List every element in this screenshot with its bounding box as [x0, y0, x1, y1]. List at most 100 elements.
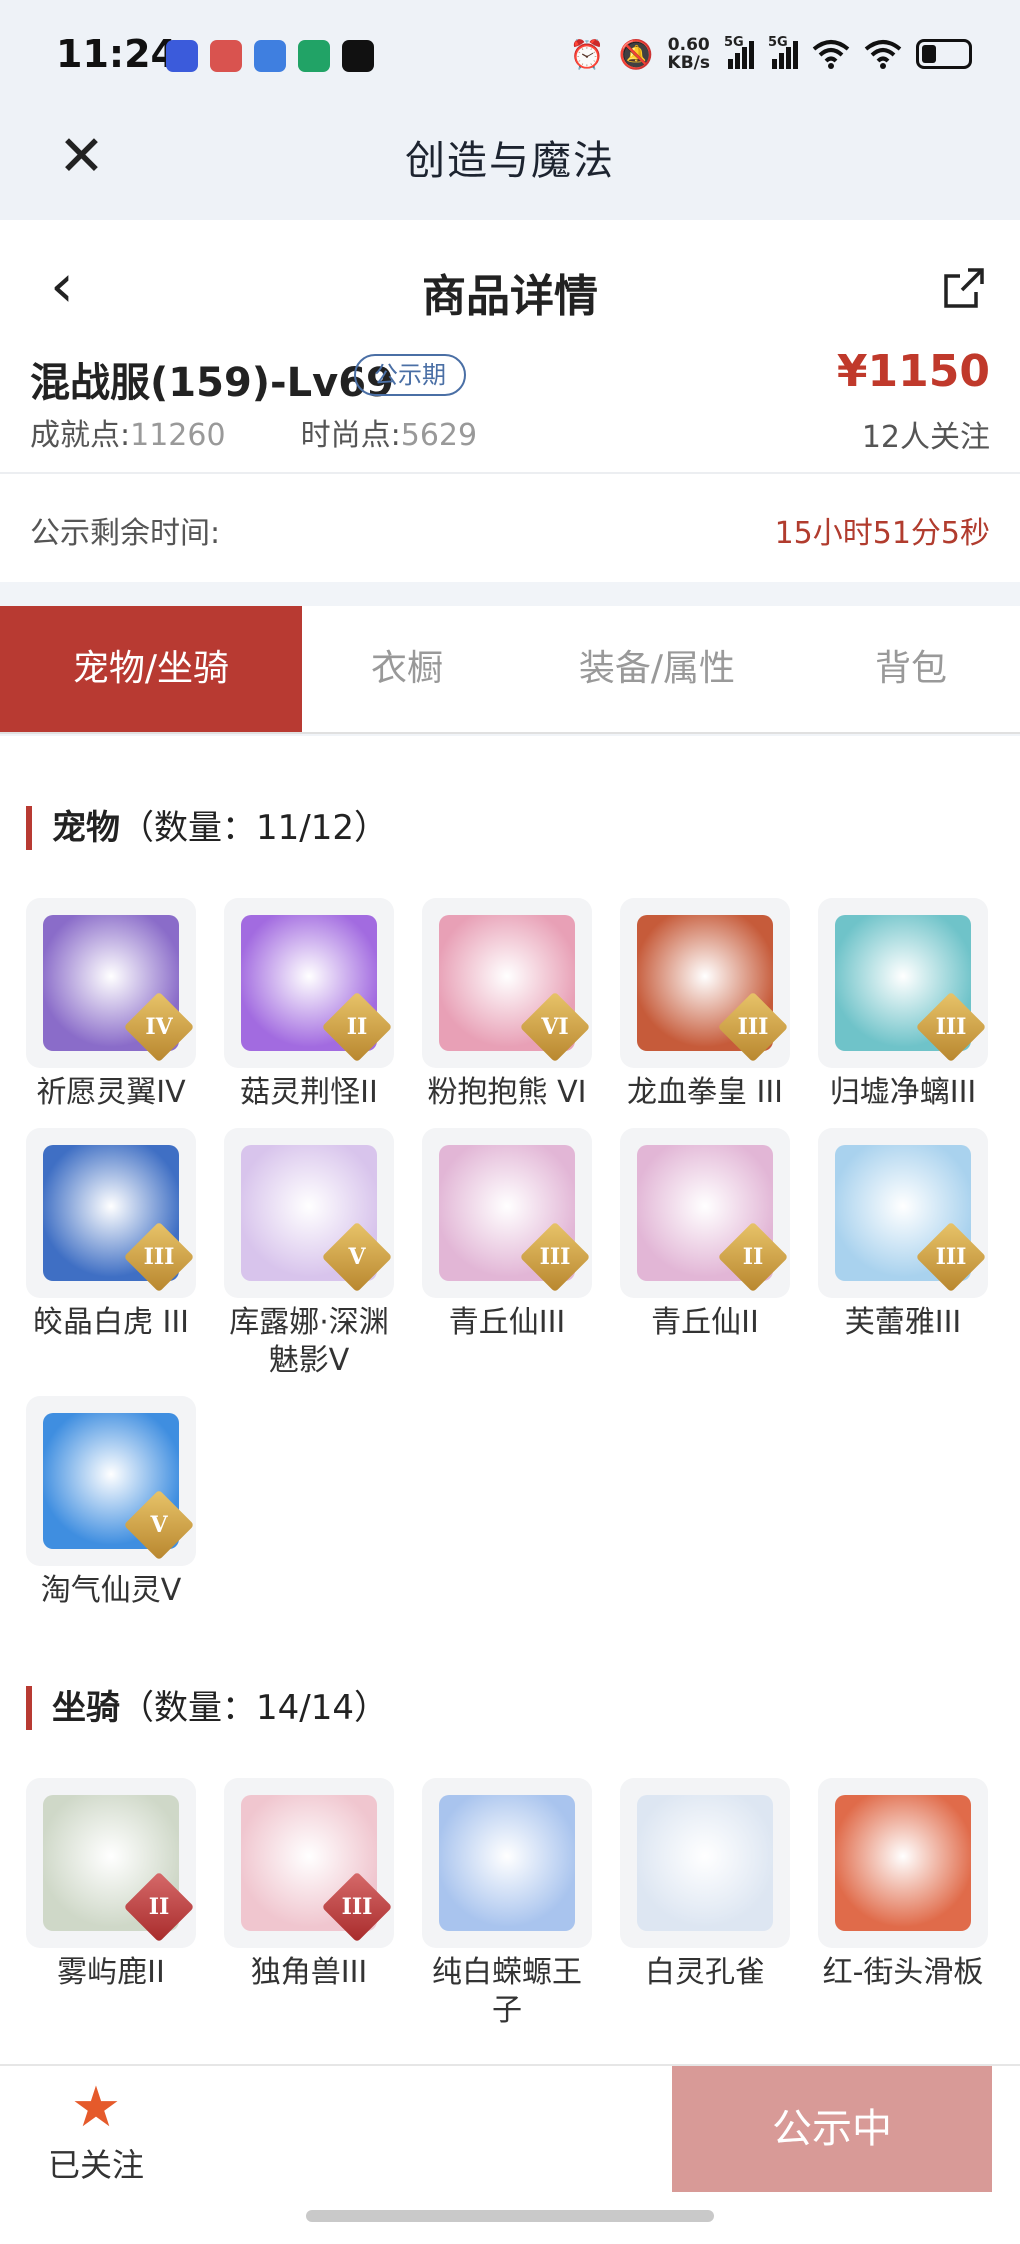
pet-item[interactable]: III 青丘仙III — [422, 1128, 592, 1380]
pet-item[interactable]: IV 祈愿灵翼IV — [26, 898, 196, 1112]
tab-content: 宠物（数量：11/12） IV 祈愿灵翼IV II 菇灵荆怪II VI 粉抱抱熊 VI II… — [0, 736, 1020, 2064]
share-icon[interactable] — [942, 266, 986, 310]
pet-item[interactable]: V 淘气仙灵V — [26, 1396, 196, 1610]
pet-name: 菇灵荆怪II — [240, 1075, 378, 1110]
mobile-app-icon — [298, 40, 330, 72]
mount-item[interactable]: III 独角兽III — [224, 1778, 394, 2030]
status-badge: 公示期 — [354, 354, 466, 396]
mount-item[interactable]: 白灵孔雀 — [620, 1778, 790, 2030]
app-title: 创造与魔法 — [405, 138, 615, 184]
rank-badge-icon: III — [915, 991, 987, 1063]
pet-name: 芙蕾雅III — [844, 1305, 962, 1340]
network-speed-unit: KB/s — [667, 53, 710, 73]
wifi-icon — [812, 40, 850, 69]
vivo-app-icon — [166, 40, 198, 72]
mount-item[interactable]: 纯白蝾螈王子 — [422, 1778, 592, 2030]
blue-app-icon — [254, 40, 286, 72]
mount-thumbnail — [422, 1778, 592, 1948]
follow-button[interactable]: ★ 已关注 — [46, 2076, 146, 2186]
price: ¥1150 — [836, 346, 990, 397]
pet-item[interactable]: II 菇灵荆怪II — [224, 898, 394, 1112]
rank-badge-icon: III — [717, 991, 789, 1063]
pet-item[interactable]: II 青丘仙II — [620, 1128, 790, 1380]
public-status-button[interactable]: 公示中 — [672, 2066, 992, 2194]
pet-name: 粉抱抱熊 VI — [427, 1075, 587, 1110]
pet-name: 青丘仙II — [651, 1305, 759, 1340]
mount-name: 白灵孔雀 — [645, 1955, 765, 1990]
stats-line: 成就点:11260 时尚点:5629 — [30, 410, 477, 454]
mount-name: 雾屿鹿II — [57, 1955, 165, 1990]
pet-item[interactable]: VI 粉抱抱熊 VI — [422, 898, 592, 1112]
pet-item[interactable]: III 皎晶白虎 III — [26, 1128, 196, 1380]
product-card: ‹ 商品详情 混战服(159)-Lv69 公示期 ¥1150 成就点:11260… — [0, 220, 1020, 582]
rank-label: III — [539, 1244, 571, 1270]
tab-bag[interactable]: 背包 — [802, 606, 1020, 732]
pet-item[interactable]: III 归墟净螭III — [818, 898, 988, 1112]
mount-thumbnail — [620, 1778, 790, 1948]
rank-badge-icon: III — [321, 1871, 393, 1943]
rank-badge-icon: V — [123, 1489, 195, 1561]
sim1-label: 5G — [724, 35, 744, 50]
nav-bar: ‹ 商品详情 — [0, 220, 1020, 350]
pet-name: 归墟净螭III — [829, 1075, 977, 1110]
pet-item[interactable]: III 芙蕾雅III — [818, 1128, 988, 1380]
pet-thumbnail: V — [224, 1128, 394, 1298]
music-app-icon — [342, 40, 374, 72]
rank-label: III — [143, 1244, 175, 1270]
mount-thumbnail: III — [224, 1778, 394, 1948]
rank-badge-icon: III — [519, 1221, 591, 1293]
signal-sim1-icon: 5G — [724, 35, 754, 69]
pet-name: 淘气仙灵V — [40, 1573, 182, 1608]
rank-label: II — [742, 1244, 764, 1270]
pets-count: （数量：11/12） — [120, 808, 388, 848]
pet-thumbnail: III — [818, 898, 988, 1068]
rank-label: II — [346, 1014, 368, 1040]
network-speed-value: 0.60 — [667, 35, 710, 55]
tab-equipment[interactable]: 装备/属性 — [512, 606, 802, 732]
page-title: 商品详情 — [422, 271, 598, 322]
achievement-value: 11260 — [130, 418, 226, 453]
rank-label: III — [341, 1894, 373, 1920]
pet-item[interactable]: V 库露娜·深渊魅影V — [224, 1128, 394, 1380]
rank-label: VI — [541, 1014, 569, 1040]
mounts-grid: II 雾屿鹿II III 独角兽III 纯白蝾螈王子 白灵孔雀 红-街头滑板 — [26, 1778, 996, 2046]
rank-badge-icon: IV — [123, 991, 195, 1063]
pet-name: 皎晶白虎 III — [32, 1305, 190, 1340]
mount-name: 纯白蝾螈王子 — [432, 1955, 582, 2028]
network-speed: 0.60 KB/s — [668, 36, 710, 72]
mute-bell-icon: 🔕 — [618, 37, 654, 71]
gesture-area — [0, 2192, 1020, 2244]
mounts-section-title: 坐骑（数量：14/14） — [26, 1686, 388, 1730]
mount-image — [835, 1795, 971, 1931]
battery-icon — [916, 39, 972, 69]
rank-label: II — [148, 1894, 170, 1920]
rank-badge-icon: II — [123, 1871, 195, 1943]
pet-name: 青丘仙III — [448, 1305, 566, 1340]
alarm-icon: ⏰ — [569, 37, 605, 71]
follow-label: 已关注 — [47, 2146, 144, 2184]
follower-count: 12人关注 — [861, 420, 990, 455]
mount-thumbnail: II — [26, 1778, 196, 1948]
pet-thumbnail: III — [26, 1128, 196, 1298]
pet-thumbnail: II — [224, 898, 394, 1068]
pet-name: 祈愿灵翼IV — [36, 1075, 186, 1110]
home-indicator[interactable] — [306, 2210, 714, 2222]
achievement-label: 成就点: — [30, 418, 131, 453]
mount-item[interactable]: 红-街头滑板 — [818, 1778, 988, 2030]
mount-item[interactable]: II 雾屿鹿II — [26, 1778, 196, 2030]
rank-label: IV — [145, 1014, 173, 1040]
rank-label: III — [935, 1244, 967, 1270]
rank-badge-icon: III — [915, 1221, 987, 1293]
mount-name: 独角兽III — [250, 1955, 368, 1990]
rank-badge-icon: V — [321, 1221, 393, 1293]
pet-thumbnail: VI — [422, 898, 592, 1068]
mount-thumbnail — [818, 1778, 988, 1948]
tab-wardrobe[interactable]: 衣橱 — [302, 606, 512, 732]
tab-pets-mounts[interactable]: 宠物/坐骑 — [0, 606, 302, 732]
sim2-label: 5G — [768, 35, 788, 50]
notification-app-icons — [166, 40, 374, 72]
mount-name: 红-街头滑板 — [822, 1955, 984, 1990]
pet-name: 库露娜·深渊魅影V — [229, 1305, 389, 1378]
pet-item[interactable]: III 龙血拳皇 III — [620, 898, 790, 1112]
rank-badge-icon: II — [717, 1221, 789, 1293]
